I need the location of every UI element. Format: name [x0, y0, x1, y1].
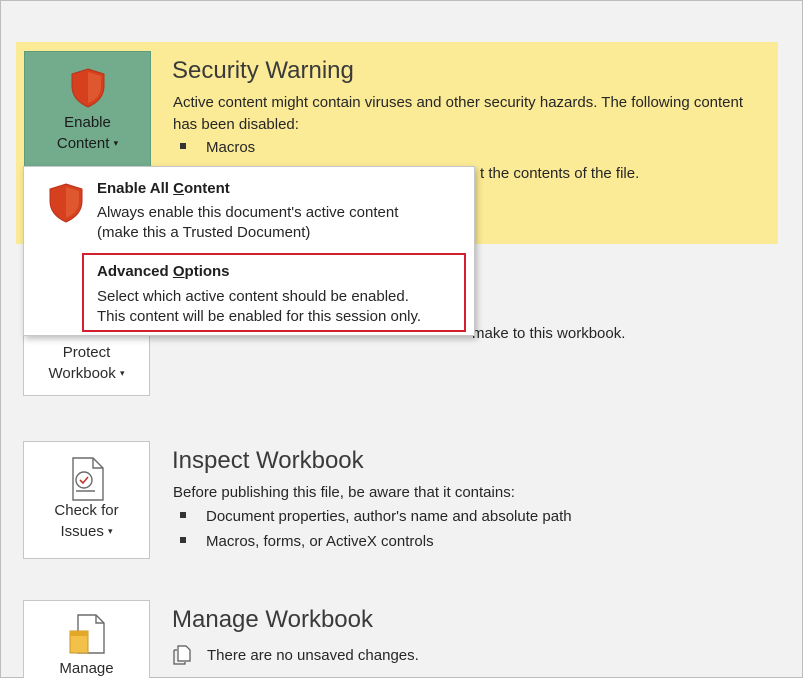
inspect-workbook-title: Inspect Workbook	[172, 447, 364, 474]
manage-workbook-label: Manage	[59, 660, 114, 677]
security-warning-text: Active content might contain viruses and…	[173, 94, 744, 133]
menu-item-title: Enable All Content	[97, 180, 230, 197]
bullet-icon	[180, 143, 186, 149]
manage-workbook-status: There are no unsaved changes.	[207, 647, 419, 664]
document-versions-icon	[173, 645, 191, 665]
menu-item-enable-all-content[interactable]: Enable All Content Always enable this do…	[24, 167, 474, 251]
check-document-icon	[72, 457, 104, 501]
enable-content-label: Enable Content ▾	[56, 114, 119, 152]
manage-document-icon	[69, 614, 105, 654]
check-for-issues-label: Check for Issues ▾	[54, 502, 119, 540]
bullet-icon	[180, 512, 186, 518]
security-warning-text-partial: t the contents of the file.	[480, 165, 640, 182]
chevron-down-icon: ▾	[119, 368, 125, 378]
bullet-icon	[180, 537, 186, 543]
chevron-down-icon: ▾	[113, 138, 119, 148]
protect-workbook-label: Protect Workbook ▾	[48, 344, 125, 382]
protect-workbook-description: make to this workbook.	[472, 325, 626, 342]
list-item: Macros, forms, or ActiveX controls	[180, 531, 434, 553]
list-item: Macros	[180, 137, 255, 159]
shield-icon	[71, 68, 105, 108]
manage-workbook-button[interactable]: Manage	[23, 600, 150, 678]
list-item: Document properties, author's name and a…	[180, 506, 572, 528]
manage-workbook-title: Manage Workbook	[172, 606, 373, 633]
menu-item-description: Always enable this document's active con…	[97, 204, 399, 241]
shield-icon	[49, 183, 83, 223]
enable-content-button[interactable]: Enable Content ▾	[24, 51, 151, 171]
security-warning-title: Security Warning	[172, 57, 354, 84]
inspect-workbook-intro: Before publishing this file, be aware th…	[173, 484, 515, 501]
highlight-box	[82, 253, 466, 332]
check-for-issues-button[interactable]: Check for Issues ▾	[23, 441, 150, 559]
chevron-down-icon: ▾	[108, 526, 113, 536]
